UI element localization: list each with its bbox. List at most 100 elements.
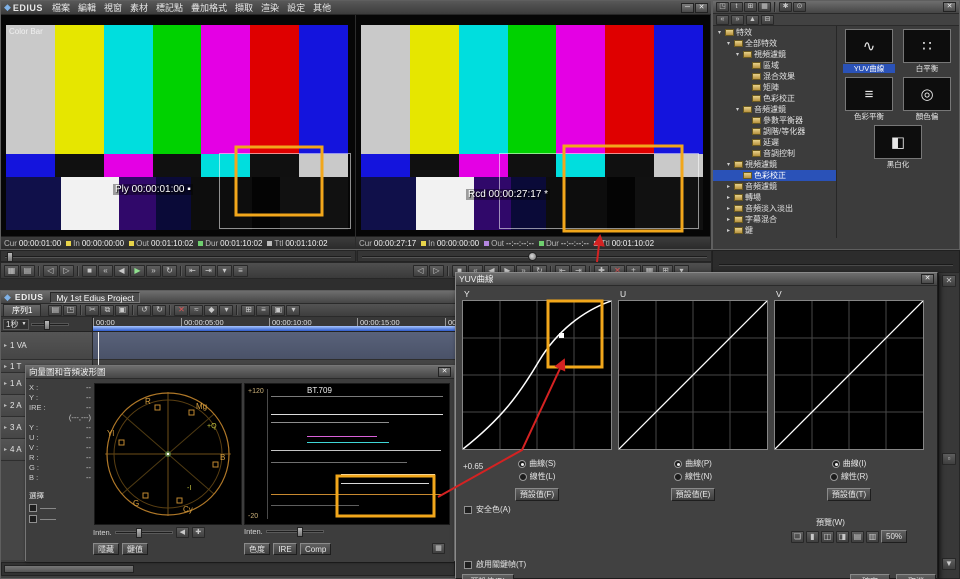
settings-icon[interactable]: ⊙ [793,2,806,12]
grid-view-icon[interactable]: ⊞ [744,2,757,12]
back-icon[interactable]: « [716,15,729,25]
save-project-icon[interactable]: ▤ [48,305,62,316]
tree-item[interactable]: ▸ 音頻濾鏡 [713,181,836,192]
expander-icon[interactable]: ▾ [716,29,723,36]
track-expander-icon[interactable]: ▸ [4,402,7,409]
track-expander-icon[interactable]: ▸ [4,342,7,349]
hide-button[interactable]: 隱藏 [93,543,119,555]
player-menu-icon[interactable]: ≡ [233,265,248,277]
undo-icon[interactable]: ↺ [137,305,151,316]
tree-item[interactable]: ▾ 特效 [713,27,836,38]
tree-item[interactable]: ▾ 音頻濾鏡 [713,104,836,115]
preset-button[interactable]: 預設值(T) [827,488,871,501]
effect-color-wheel[interactable]: ◎ 顏色偏 [901,77,953,121]
linear-radio[interactable] [830,473,838,481]
track-header[interactable]: ▸ 1 VA [1,332,92,360]
layout-icon[interactable]: ⊞ [241,305,255,316]
player-position-slider[interactable] [0,250,356,262]
close-button[interactable]: ✕ [921,274,934,284]
y-curve-graph[interactable] [462,300,612,450]
tree-item[interactable]: ▾ 全部特效 [713,38,836,49]
chevron-down-icon[interactable]: ▼ [942,558,956,570]
set-out-icon[interactable]: ⇥ [201,265,216,277]
tree-item[interactable]: 延遲 [713,137,836,148]
transition-menu-icon[interactable]: ▾ [219,305,233,316]
tree-item[interactable]: 色彩校正 [713,93,836,104]
preset-button[interactable]: 預設值(F) [515,488,559,501]
expander-icon[interactable]: ▸ [725,227,732,234]
preview-mode-1-icon[interactable]: ▮ [806,531,819,543]
folder-up-icon[interactable]: ▲ [746,15,759,25]
preview-mode-4-icon[interactable]: ▤ [851,531,864,543]
effect-monochrome[interactable]: ◧ 黑白化 [872,125,924,169]
center-icon[interactable]: ✚ [192,527,205,538]
close-button[interactable]: ✕ [438,367,451,377]
capture-icon[interactable]: ▦ [4,265,19,277]
menu-item[interactable]: 編輯 [74,3,100,13]
waveform-intensity-slider[interactable] [266,530,324,533]
linear-radio[interactable] [674,473,682,481]
jog-back-icon[interactable]: ◁ [43,265,58,277]
tree-item[interactable]: 色彩校正 [713,170,836,181]
expander-icon[interactable]: ▾ [725,161,732,168]
composite-button[interactable]: Comp [300,543,331,555]
ripple-delete-icon[interactable]: ≈ [189,305,203,316]
dock-icon[interactable]: ◳ [716,2,729,12]
expand-icon[interactable]: ▦ [432,543,445,554]
expander-icon[interactable]: ▾ [734,106,741,113]
sequence-menu-icon[interactable]: ≡ [256,305,270,316]
tree-item[interactable]: ▸ 鍵 [713,225,836,236]
ire-button[interactable]: IRE [273,543,297,555]
set-in-icon[interactable]: ⇤ [185,265,200,277]
expander-icon[interactable]: ▾ [725,40,732,47]
tree-item[interactable]: 參數平衡器 [713,115,836,126]
u-curve-graph[interactable] [618,300,768,450]
menu-item[interactable]: 視窗 [100,3,126,13]
expander-icon[interactable]: ▸ [725,216,732,223]
add-cue-icon[interactable]: ▾ [217,265,232,277]
minimize-button[interactable]: ─ [681,3,694,13]
curve-radio[interactable] [518,460,526,468]
menu-item[interactable]: 標記點 [152,3,187,13]
effect-color-balance[interactable]: ≡ 色彩平衡 [843,77,895,121]
effect-icon[interactable]: ✱ [779,2,792,12]
delete-icon[interactable]: ✕ [174,305,188,316]
tree-item[interactable]: ▸ 音頻淡入淡出 [713,203,836,214]
expander-icon[interactable]: ▾ [734,51,741,58]
jog-back-icon[interactable]: ◁ [413,265,428,277]
expander-icon[interactable]: ▸ [725,205,732,212]
preset-button[interactable]: 預設值(E) [671,488,716,501]
v-curve-graph[interactable] [774,300,924,450]
recorder-position-slider[interactable] [357,250,712,262]
track-expander-icon[interactable]: ▸ [4,363,7,370]
loop-icon[interactable]: ↻ [162,265,177,277]
tree-item[interactable]: ▾ 視頻濾鏡 [713,159,836,170]
jog-forward-icon[interactable]: ▷ [59,265,74,277]
menu-item[interactable]: 檔案 [48,3,74,13]
mode-icon[interactable]: ▣ [271,305,285,316]
safe-color-checkbox[interactable] [464,506,472,514]
menu-item[interactable]: 擷取 [231,3,257,13]
collapse-all-icon[interactable]: ⊟ [761,15,774,25]
send-to-monitor-icon[interactable]: ❏ [791,531,804,543]
playhead-cursor[interactable] [98,332,99,366]
tree-item[interactable]: 矩陣 [713,82,836,93]
cancel-button[interactable]: 取消 [896,574,936,579]
keyframe-checkbox[interactable] [464,561,472,569]
jog-forward-icon[interactable]: ▷ [429,265,444,277]
menu-item[interactable]: 其他 [309,3,335,13]
preview-mode-2-icon[interactable]: ◫ [821,531,834,543]
timescale-slider[interactable] [31,323,69,326]
tree-item[interactable]: 調階/等化器 [713,126,836,137]
menu-item[interactable]: 疊加格式 [187,3,231,13]
tree-item[interactable]: ▸ 轉場 [713,192,836,203]
timeline-hscrollbar[interactable] [1,562,455,576]
stop-icon[interactable]: ■ [82,265,97,277]
linear-radio[interactable] [519,473,527,481]
curve-radio[interactable] [674,460,682,468]
deck-control-icon[interactable]: ▤ [20,265,35,277]
copy-icon[interactable]: ⧉ [100,305,114,316]
menu-item[interactable]: 渲染 [257,3,283,13]
track-expander-icon[interactable]: ▸ [4,446,7,453]
scrollbar-thumb[interactable] [4,565,134,573]
